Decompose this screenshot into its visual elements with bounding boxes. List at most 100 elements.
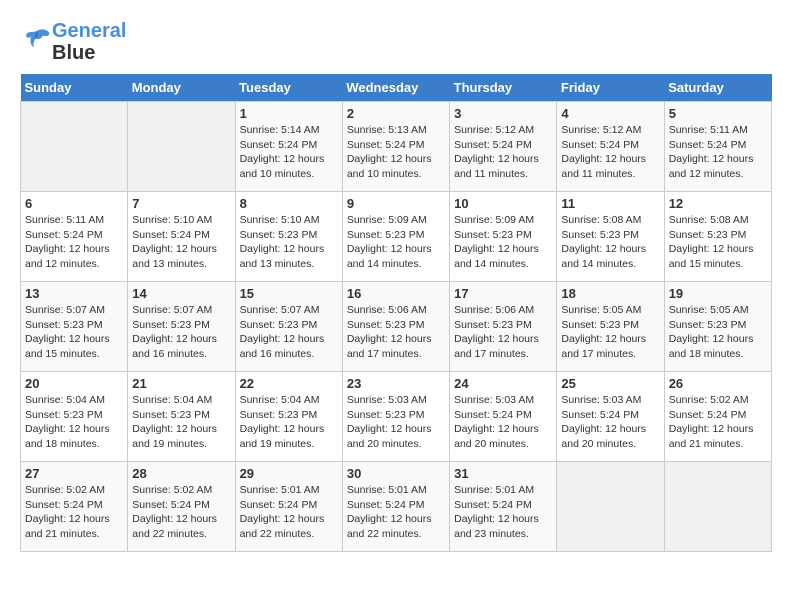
day-number: 22 bbox=[240, 376, 338, 391]
day-info: Sunrise: 5:12 AM Sunset: 5:24 PM Dayligh… bbox=[561, 123, 659, 182]
calendar-cell: 16 Sunrise: 5:06 AM Sunset: 5:23 PM Dayli… bbox=[342, 282, 449, 372]
day-number: 26 bbox=[669, 376, 767, 391]
weekday-header-tuesday: Tuesday bbox=[235, 74, 342, 102]
day-number: 16 bbox=[347, 286, 445, 301]
day-number: 15 bbox=[240, 286, 338, 301]
day-info: Sunrise: 5:01 AM Sunset: 5:24 PM Dayligh… bbox=[240, 483, 338, 542]
day-info: Sunrise: 5:14 AM Sunset: 5:24 PM Dayligh… bbox=[240, 123, 338, 182]
day-number: 2 bbox=[347, 106, 445, 121]
calendar-cell: 31 Sunrise: 5:01 AM Sunset: 5:24 PM Dayli… bbox=[450, 462, 557, 552]
weekday-header-sunday: Sunday bbox=[21, 74, 128, 102]
day-number: 21 bbox=[132, 376, 230, 391]
calendar-cell: 29 Sunrise: 5:01 AM Sunset: 5:24 PM Dayli… bbox=[235, 462, 342, 552]
day-info: Sunrise: 5:13 AM Sunset: 5:24 PM Dayligh… bbox=[347, 123, 445, 182]
calendar-cell: 9Sunrise: 5:09 AM Sunset: 5:23 PM Daylig… bbox=[342, 192, 449, 282]
day-info: Sunrise: 5:06 AM Sunset: 5:23 PM Dayligh… bbox=[454, 303, 552, 362]
logo-bird-icon bbox=[22, 25, 52, 55]
day-number: 3 bbox=[454, 106, 552, 121]
calendar-cell: 22 Sunrise: 5:04 AM Sunset: 5:23 PM Dayli… bbox=[235, 372, 342, 462]
calendar-cell: 18Sunrise: 5:05 AM Sunset: 5:23 PM Dayli… bbox=[557, 282, 664, 372]
day-number: 29 bbox=[240, 466, 338, 481]
calendar-cell: 13 Sunrise: 5:07 AM Sunset: 5:23 PM Dayli… bbox=[21, 282, 128, 372]
weekday-header-saturday: Saturday bbox=[664, 74, 771, 102]
day-number: 13 bbox=[25, 286, 123, 301]
calendar-cell: 23Sunrise: 5:03 AM Sunset: 5:23 PM Dayli… bbox=[342, 372, 449, 462]
calendar-cell: 2 Sunrise: 5:13 AM Sunset: 5:24 PM Daylig… bbox=[342, 102, 449, 192]
calendar-week-row: 13 Sunrise: 5:07 AM Sunset: 5:23 PM Dayli… bbox=[21, 282, 772, 372]
calendar-cell: 27 Sunrise: 5:02 AM Sunset: 5:24 PM Dayli… bbox=[21, 462, 128, 552]
day-number: 5 bbox=[669, 106, 767, 121]
day-info: Sunrise: 5:10 AM Sunset: 5:23 PM Dayligh… bbox=[240, 213, 338, 272]
day-number: 28 bbox=[132, 466, 230, 481]
calendar-body: 1 Sunrise: 5:14 AM Sunset: 5:24 PM Daylig… bbox=[21, 102, 772, 552]
weekday-header-monday: Monday bbox=[128, 74, 235, 102]
calendar-cell bbox=[128, 102, 235, 192]
calendar-week-row: 6 Sunrise: 5:11 AM Sunset: 5:24 PM Daylig… bbox=[21, 192, 772, 282]
calendar-cell: 14Sunrise: 5:07 AM Sunset: 5:23 PM Dayli… bbox=[128, 282, 235, 372]
day-info: Sunrise: 5:04 AM Sunset: 5:23 PM Dayligh… bbox=[132, 393, 230, 452]
day-info: Sunrise: 5:12 AM Sunset: 5:24 PM Dayligh… bbox=[454, 123, 552, 182]
calendar-cell: 25 Sunrise: 5:03 AM Sunset: 5:24 PM Dayli… bbox=[557, 372, 664, 462]
day-info: Sunrise: 5:07 AM Sunset: 5:23 PM Dayligh… bbox=[240, 303, 338, 362]
day-info: Sunrise: 5:02 AM Sunset: 5:24 PM Dayligh… bbox=[25, 483, 123, 542]
day-number: 4 bbox=[561, 106, 659, 121]
calendar-cell: 30 Sunrise: 5:01 AM Sunset: 5:24 PM Dayli… bbox=[342, 462, 449, 552]
logo-text: GeneralBlue bbox=[52, 20, 126, 64]
day-info: Sunrise: 5:03 AM Sunset: 5:24 PM Dayligh… bbox=[561, 393, 659, 452]
page-header: GeneralBlue bbox=[20, 20, 772, 64]
calendar-cell: 7Sunrise: 5:10 AM Sunset: 5:24 PM Daylig… bbox=[128, 192, 235, 282]
calendar-cell: 20 Sunrise: 5:04 AM Sunset: 5:23 PM Dayli… bbox=[21, 372, 128, 462]
logo: GeneralBlue bbox=[20, 20, 126, 64]
day-number: 25 bbox=[561, 376, 659, 391]
day-info: Sunrise: 5:08 AM Sunset: 5:23 PM Dayligh… bbox=[669, 213, 767, 272]
day-info: Sunrise: 5:01 AM Sunset: 5:24 PM Dayligh… bbox=[454, 483, 552, 542]
calendar-table: SundayMondayTuesdayWednesdayThursdayFrid… bbox=[20, 74, 772, 552]
day-number: 6 bbox=[25, 196, 123, 211]
calendar-cell: 6 Sunrise: 5:11 AM Sunset: 5:24 PM Daylig… bbox=[21, 192, 128, 282]
day-number: 31 bbox=[454, 466, 552, 481]
day-number: 17 bbox=[454, 286, 552, 301]
calendar-cell: 26Sunrise: 5:02 AM Sunset: 5:24 PM Dayli… bbox=[664, 372, 771, 462]
day-number: 20 bbox=[25, 376, 123, 391]
day-number: 11 bbox=[561, 196, 659, 211]
calendar-cell: 10Sunrise: 5:09 AM Sunset: 5:23 PM Dayli… bbox=[450, 192, 557, 282]
day-info: Sunrise: 5:04 AM Sunset: 5:23 PM Dayligh… bbox=[240, 393, 338, 452]
calendar-cell: 19 Sunrise: 5:05 AM Sunset: 5:23 PM Dayli… bbox=[664, 282, 771, 372]
day-info: Sunrise: 5:03 AM Sunset: 5:24 PM Dayligh… bbox=[454, 393, 552, 452]
calendar-cell: 11Sunrise: 5:08 AM Sunset: 5:23 PM Dayli… bbox=[557, 192, 664, 282]
day-number: 30 bbox=[347, 466, 445, 481]
day-info: Sunrise: 5:01 AM Sunset: 5:24 PM Dayligh… bbox=[347, 483, 445, 542]
day-info: Sunrise: 5:06 AM Sunset: 5:23 PM Dayligh… bbox=[347, 303, 445, 362]
day-number: 27 bbox=[25, 466, 123, 481]
weekday-header-row: SundayMondayTuesdayWednesdayThursdayFrid… bbox=[21, 74, 772, 102]
day-info: Sunrise: 5:11 AM Sunset: 5:24 PM Dayligh… bbox=[669, 123, 767, 182]
day-info: Sunrise: 5:04 AM Sunset: 5:23 PM Dayligh… bbox=[25, 393, 123, 452]
day-info: Sunrise: 5:09 AM Sunset: 5:23 PM Dayligh… bbox=[347, 213, 445, 272]
calendar-cell: 8 Sunrise: 5:10 AM Sunset: 5:23 PM Daylig… bbox=[235, 192, 342, 282]
calendar-cell: 17 Sunrise: 5:06 AM Sunset: 5:23 PM Dayli… bbox=[450, 282, 557, 372]
day-number: 24 bbox=[454, 376, 552, 391]
calendar-cell: 15 Sunrise: 5:07 AM Sunset: 5:23 PM Dayli… bbox=[235, 282, 342, 372]
day-info: Sunrise: 5:07 AM Sunset: 5:23 PM Dayligh… bbox=[25, 303, 123, 362]
calendar-week-row: 1 Sunrise: 5:14 AM Sunset: 5:24 PM Daylig… bbox=[21, 102, 772, 192]
day-info: Sunrise: 5:11 AM Sunset: 5:24 PM Dayligh… bbox=[25, 213, 123, 272]
calendar-cell: 12Sunrise: 5:08 AM Sunset: 5:23 PM Dayli… bbox=[664, 192, 771, 282]
day-info: Sunrise: 5:09 AM Sunset: 5:23 PM Dayligh… bbox=[454, 213, 552, 272]
weekday-header-friday: Friday bbox=[557, 74, 664, 102]
weekday-header-wednesday: Wednesday bbox=[342, 74, 449, 102]
day-info: Sunrise: 5:10 AM Sunset: 5:24 PM Dayligh… bbox=[132, 213, 230, 272]
day-number: 19 bbox=[669, 286, 767, 301]
day-number: 1 bbox=[240, 106, 338, 121]
calendar-cell bbox=[21, 102, 128, 192]
day-number: 14 bbox=[132, 286, 230, 301]
day-info: Sunrise: 5:02 AM Sunset: 5:24 PM Dayligh… bbox=[132, 483, 230, 542]
weekday-header-thursday: Thursday bbox=[450, 74, 557, 102]
day-info: Sunrise: 5:05 AM Sunset: 5:23 PM Dayligh… bbox=[669, 303, 767, 362]
calendar-cell: 5 Sunrise: 5:11 AM Sunset: 5:24 PM Daylig… bbox=[664, 102, 771, 192]
calendar-cell bbox=[664, 462, 771, 552]
calendar-week-row: 27 Sunrise: 5:02 AM Sunset: 5:24 PM Dayli… bbox=[21, 462, 772, 552]
day-number: 18 bbox=[561, 286, 659, 301]
calendar-header: SundayMondayTuesdayWednesdayThursdayFrid… bbox=[21, 74, 772, 102]
day-number: 8 bbox=[240, 196, 338, 211]
calendar-cell: 4 Sunrise: 5:12 AM Sunset: 5:24 PM Daylig… bbox=[557, 102, 664, 192]
